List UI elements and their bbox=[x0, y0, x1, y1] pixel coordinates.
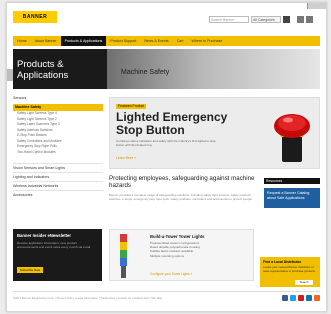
nav-item[interactable]: Cart bbox=[173, 36, 188, 46]
sidebar: Sensors Machine Safety Safety Light Scre… bbox=[13, 95, 103, 199]
promo-badge: Featured Product bbox=[116, 104, 147, 109]
newsletter-title: Banner Insider eNewsletter bbox=[17, 233, 71, 238]
logo[interactable]: BANNER bbox=[13, 11, 57, 23]
footer-text: ©2014 Banner Engineering Corp. | Privacy… bbox=[13, 296, 163, 300]
social-icons bbox=[282, 295, 320, 301]
sidebar-breadcrumb[interactable]: Sensors bbox=[13, 95, 103, 102]
article-text: Banner provides a complete range of safe… bbox=[109, 193, 253, 201]
estop-button-image bbox=[274, 114, 310, 162]
newsletter-button[interactable]: Subscribe Now bbox=[17, 267, 43, 273]
user-icon[interactable] bbox=[297, 16, 304, 23]
twitter-icon[interactable] bbox=[290, 295, 296, 301]
featured-promo[interactable]: Featured Product Lighted Emergency Stop … bbox=[109, 97, 320, 169]
header-icons bbox=[297, 16, 313, 23]
promo-title-line1: Lighted Emergency bbox=[116, 110, 228, 124]
hero: Products & Applications Machine Safety bbox=[13, 49, 320, 89]
tower-bullet: Multiple mounting options bbox=[150, 253, 185, 258]
page: BANNER Search Banner All Categories Home… bbox=[6, 2, 327, 312]
sidebar-subitem[interactable]: Two-Hand Control Modules bbox=[13, 150, 103, 156]
resources-header: Resources bbox=[264, 178, 320, 184]
linkedin-icon[interactable] bbox=[306, 295, 312, 301]
promo-text: Combines status indication and safety wi… bbox=[116, 139, 216, 147]
newsletter-banner: Banner Insider eNewsletter Receive appli… bbox=[13, 229, 102, 281]
logo-text: BANNER bbox=[22, 14, 48, 20]
nav-item[interactable]: Products & Applications bbox=[60, 36, 107, 46]
distributor-button[interactable]: Search bbox=[295, 280, 313, 285]
tower-bullets: Preassembled custom configurations Rated … bbox=[150, 241, 250, 258]
nav-item[interactable]: Product Support bbox=[106, 36, 140, 46]
sidebar-item[interactable]: Lighting and Indicators bbox=[13, 172, 103, 181]
sidebar-item[interactable]: Vision Sensors and Smart Lights bbox=[13, 163, 103, 172]
main-nav: Home About Banner Products & Applications P… bbox=[13, 36, 320, 46]
nav-item[interactable]: Where to Purchase bbox=[188, 36, 227, 46]
sidebar-subitems: Safety Light Screens Type 4 Safety Light … bbox=[13, 111, 103, 155]
tower-light-image bbox=[120, 234, 127, 278]
search-input[interactable]: Search Banner bbox=[209, 16, 249, 23]
distributor-title: Find a Local Distributor bbox=[263, 260, 302, 264]
sidebar-item[interactable]: Wireless Industrial Networks bbox=[13, 181, 103, 190]
hero-subtitle: Machine Safety bbox=[121, 69, 170, 76]
search-button[interactable] bbox=[283, 16, 290, 23]
catalog-request-box[interactable]: Request a Banner Catalog about Safe Appl… bbox=[264, 188, 320, 208]
distributor-text: Locate your nearest Banner distributor o… bbox=[263, 265, 316, 273]
facebook-icon[interactable] bbox=[282, 295, 288, 301]
search-category-select[interactable]: All Categories bbox=[251, 16, 281, 23]
promo-link[interactable]: Learn More » bbox=[116, 156, 136, 160]
tower-lights-box: Build-a-Tower Tower Lights Preassembled … bbox=[109, 229, 254, 281]
hero-left: Products & Applications bbox=[13, 49, 107, 89]
tower-title: Build-a-Tower Tower Lights bbox=[150, 234, 205, 239]
sidebar-items: Vision Sensors and Smart Lights Lighting … bbox=[13, 163, 103, 199]
article-title: Protecting employees, safeguarding again… bbox=[109, 175, 255, 190]
newsletter-text: Receive application information, new pro… bbox=[17, 241, 92, 249]
promo-title-line2: Stop Button bbox=[116, 122, 185, 137]
window-corner bbox=[307, 3, 326, 9]
nav-item[interactable]: About Banner bbox=[31, 36, 61, 46]
promo-title: Lighted Emergency Stop Button bbox=[116, 111, 227, 136]
hero-title: Products & Applications bbox=[17, 59, 69, 81]
rss-icon[interactable] bbox=[314, 295, 320, 301]
distributor-box: Find a Local Distributor Locate your nea… bbox=[260, 257, 320, 287]
youtube-icon[interactable] bbox=[298, 295, 304, 301]
nav-item[interactable]: Home bbox=[13, 36, 31, 46]
cart-icon[interactable] bbox=[306, 16, 313, 23]
nav-item[interactable]: News & Events bbox=[140, 36, 172, 46]
tower-link[interactable]: Configure your Tower Lights » bbox=[150, 272, 192, 276]
sidebar-item[interactable]: Accessories bbox=[13, 190, 103, 199]
sidebar-item-active[interactable]: Machine Safety bbox=[13, 104, 103, 111]
footer: ©2014 Banner Engineering Corp. | Privacy… bbox=[13, 291, 320, 306]
